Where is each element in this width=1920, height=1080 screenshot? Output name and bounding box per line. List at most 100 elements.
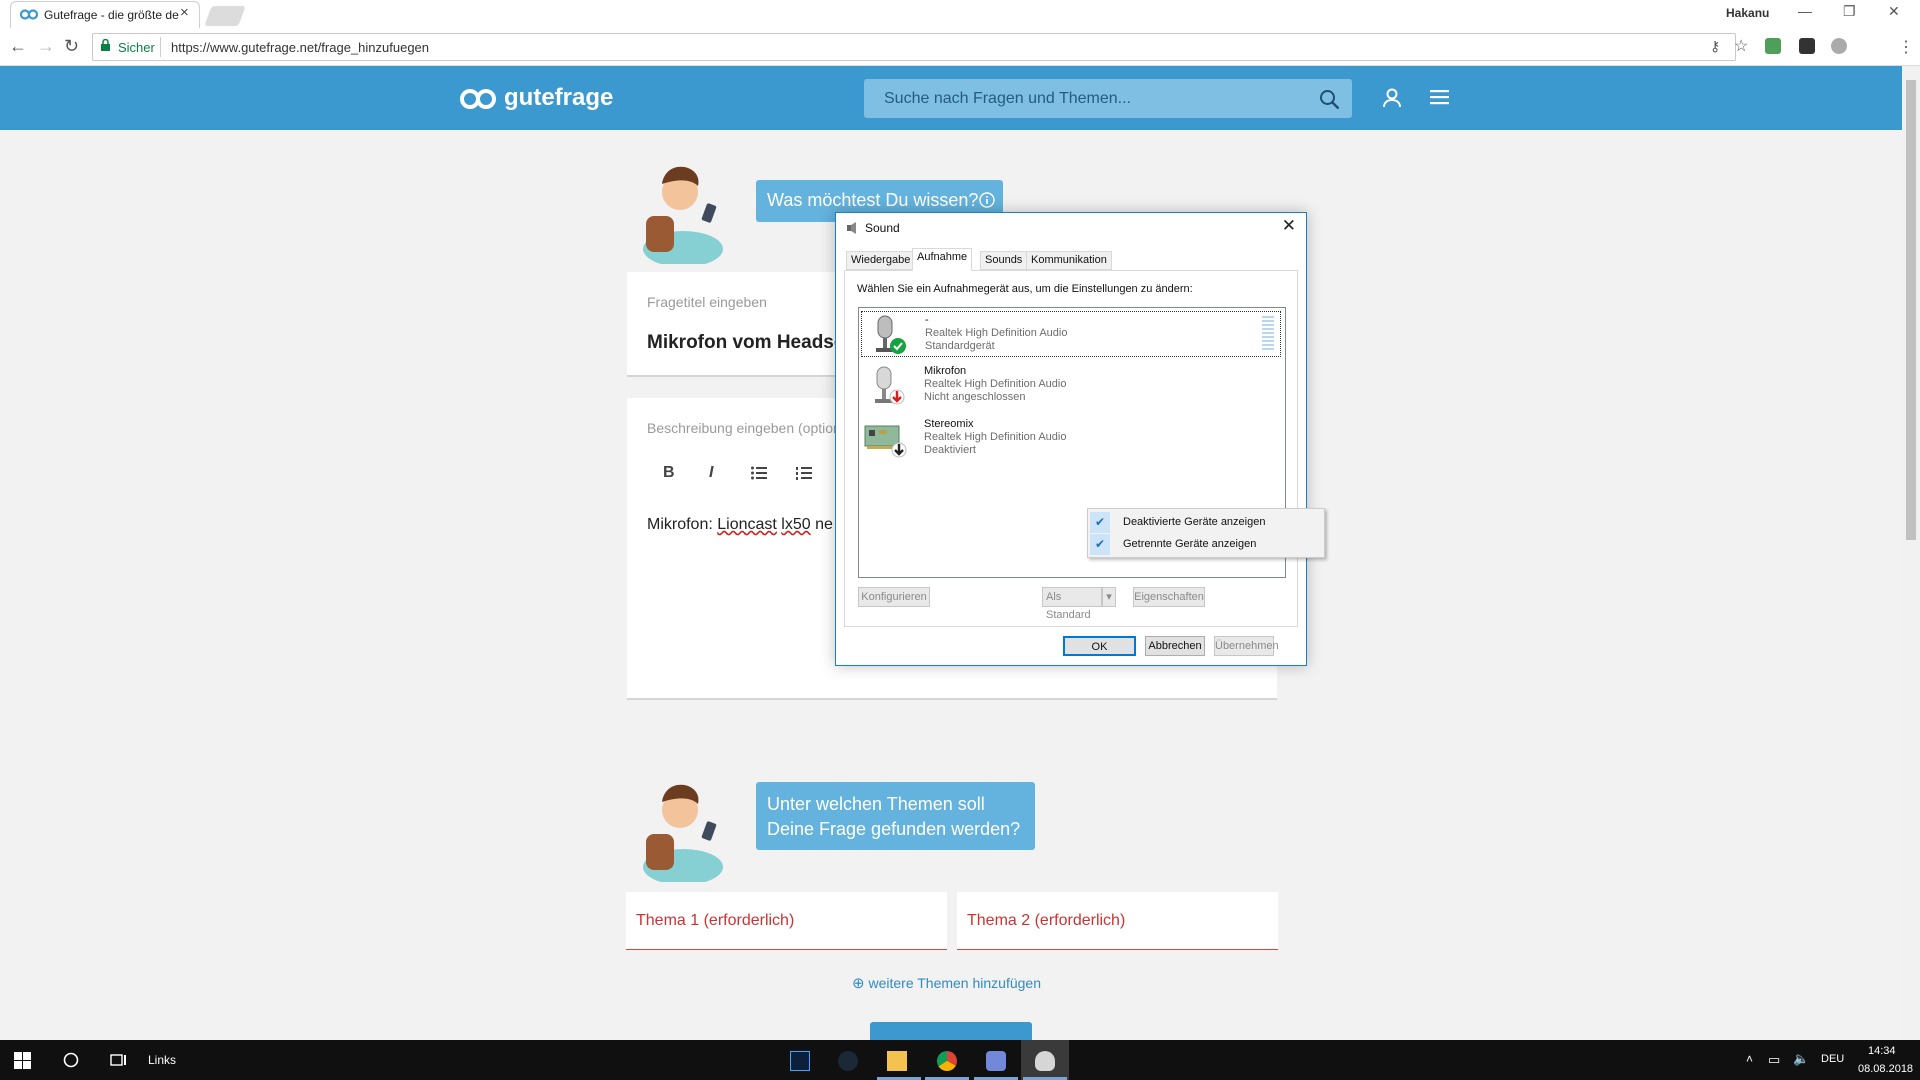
device-status: Nicht angeschlossen (924, 391, 1026, 403)
menu-item-label: Getrennte Geräte anzeigen (1123, 538, 1257, 550)
title-input[interactable]: Mikrofon vom Headse (647, 332, 844, 354)
task-view-icon[interactable] (110, 1052, 128, 1068)
device-item-stereomix[interactable]: Stereomix Realtek High Definition Audio … (861, 416, 1281, 462)
photoshop-icon[interactable] (790, 1051, 810, 1071)
device-item-default[interactable]: - Realtek High Definition Audio Standard… (861, 311, 1281, 357)
tab-close-icon[interactable]: × (180, 4, 189, 21)
extension-adblock-icon[interactable] (1831, 38, 1847, 54)
browser-profile-name[interactable]: Hakanu (1726, 6, 1769, 20)
checkmark-icon: ✔ (1090, 512, 1110, 533)
tab-aufnahme[interactable]: Aufnahme (912, 248, 973, 271)
device-driver: Realtek High Definition Audio (924, 431, 1067, 443)
ok-button[interactable]: OK (1063, 636, 1136, 656)
chrome-icon[interactable] (937, 1051, 957, 1071)
window-close-icon[interactable]: ✕ (1888, 3, 1900, 20)
desc-suffix: ne (810, 516, 833, 533)
user-icon[interactable] (1382, 88, 1402, 108)
secure-label: Sicher (118, 40, 155, 55)
device-name: Stereomix (924, 418, 974, 430)
device-driver: Realtek High Definition Audio (925, 327, 1068, 339)
bullet-list-icon[interactable] (751, 466, 767, 480)
configure-button[interactable]: Konfigurieren (858, 587, 930, 607)
forward-icon[interactable]: → (37, 36, 55, 57)
browser-menu-icon[interactable]: ⋮ (1898, 37, 1914, 57)
show-disabled-devices-item[interactable]: ✔ Deaktivierte Geräte anzeigen (1090, 512, 1322, 533)
cortana-icon[interactable] (63, 1052, 79, 1068)
question-bubble-text: Was möchtest Du wissen? (767, 190, 979, 210)
search-input[interactable] (884, 79, 1304, 118)
language-indicator[interactable]: DEU (1821, 1053, 1844, 1065)
topic-2-placeholder: Thema 2 (erforderlich) (967, 912, 1126, 929)
bold-button[interactable]: B (663, 464, 675, 482)
speaker-icon (847, 222, 856, 234)
clock-time[interactable]: 14:34 (1868, 1045, 1896, 1057)
set-default-dropdown-icon[interactable]: ▾ (1102, 587, 1116, 607)
add-topics-link[interactable]: ⊕ weitere Themen hinzufügen (852, 974, 1041, 992)
volume-icon[interactable]: 🔈 (1793, 1051, 1809, 1067)
sound-card-icon (864, 425, 907, 458)
dialog-title: Sound (865, 221, 900, 235)
browser-tab[interactable]: Gutefrage - die größte de (10, 1, 200, 29)
minimize-icon[interactable]: — (1798, 3, 1812, 19)
new-tab-button[interactable] (204, 6, 246, 26)
numbered-list-icon[interactable] (796, 466, 812, 480)
network-icon[interactable]: ▭ (1768, 1052, 1780, 1068)
extension-glasses-icon[interactable] (1799, 38, 1815, 54)
description-label: Beschreibung eingeben (option (647, 420, 841, 436)
tab-kommunikation[interactable]: Kommunikation (1026, 251, 1112, 270)
restore-icon[interactable]: ❐ (1843, 3, 1856, 20)
instruction-text: Wählen Sie ein Aufnahmegerät aus, um die… (857, 283, 1193, 295)
topic-2-input[interactable]: Thema 2 (erforderlich) (957, 892, 1278, 950)
set-default-button[interactable]: Als Standard (1042, 587, 1102, 621)
gutefrage-logo-icon[interactable] (460, 88, 496, 110)
properties-button[interactable]: Eigenschaften (1133, 587, 1205, 607)
microphone-icon (876, 315, 906, 354)
title-label: Fragetitel eingeben (647, 294, 767, 310)
device-status: Deaktiviert (924, 444, 976, 456)
add-topics-label: weitere Themen hinzufügen (868, 975, 1041, 991)
italic-button[interactable]: I (709, 464, 713, 482)
links-toolbar[interactable]: Links (148, 1053, 176, 1067)
cancel-button[interactable]: Abbrechen (1145, 636, 1205, 656)
scrollbar-thumb[interactable] (1906, 80, 1916, 540)
mascot-avatar-icon (643, 784, 723, 882)
info-icon[interactable] (979, 192, 995, 208)
file-explorer-icon[interactable] (887, 1051, 907, 1071)
show-disconnected-devices-item[interactable]: ✔ Getrennte Geräte anzeigen (1090, 534, 1322, 555)
steam-icon[interactable] (838, 1051, 858, 1071)
key-icon[interactable]: ⚷ (1710, 38, 1720, 55)
discord-icon[interactable] (986, 1051, 1006, 1071)
desc-misspelled-word: Lioncast (717, 516, 777, 533)
extension-image-icon[interactable] (1765, 38, 1781, 54)
device-name: Mikrofon (924, 365, 967, 377)
topic-1-placeholder: Thema 1 (erforderlich) (636, 912, 795, 929)
device-item-mikrofon[interactable]: Mikrofon Realtek High Definition Audio N… (861, 363, 1281, 409)
hamburger-menu-icon[interactable] (1430, 90, 1449, 105)
topics-bubble-line1: Unter welchen Themen soll (767, 794, 985, 814)
back-icon[interactable]: ← (9, 36, 27, 57)
tab-wiedergabe[interactable]: Wiedergabe (846, 251, 916, 270)
url-text[interactable]: https://www.gutefrage.net/frage_hinzufue… (171, 40, 429, 55)
bookmark-star-icon[interactable]: ☆ (1734, 36, 1748, 56)
sound-settings-icon[interactable] (1035, 1051, 1055, 1071)
recording-panel: Wählen Sie ein Aufnahmegerät aus, um die… (844, 270, 1298, 627)
url-separator (160, 37, 161, 57)
topics-bubble-line2: Deine Frage gefunden werden? (767, 819, 1021, 839)
clock-date[interactable]: 08.08.2018 (1858, 1063, 1913, 1075)
add-circle-icon: ⊕ (852, 975, 865, 992)
reload-icon[interactable]: ↻ (64, 36, 79, 57)
sound-dialog: Sound ✕ Wiedergabe Aufnahme Sounds Kommu… (835, 212, 1307, 666)
tab-sounds[interactable]: Sounds (980, 251, 1028, 270)
submit-button[interactable] (870, 1022, 1032, 1040)
tray-chevron-icon[interactable]: ˄ (1746, 1052, 1753, 1066)
windows-start-icon[interactable] (14, 1052, 31, 1069)
description-text[interactable]: Mikrofon: Lioncast lx50 ne (647, 516, 833, 534)
mascot-avatar-icon (643, 166, 723, 264)
browser-tab-strip (0, 0, 1920, 28)
dialog-close-icon[interactable]: ✕ (1282, 216, 1296, 236)
apply-button[interactable]: Übernehmen (1214, 636, 1279, 656)
search-icon[interactable] (1319, 89, 1340, 110)
site-logo[interactable]: gutefrage (504, 84, 613, 112)
topic-1-input[interactable]: Thema 1 (erforderlich) (626, 892, 947, 950)
checkmark-icon: ✔ (1090, 534, 1110, 555)
